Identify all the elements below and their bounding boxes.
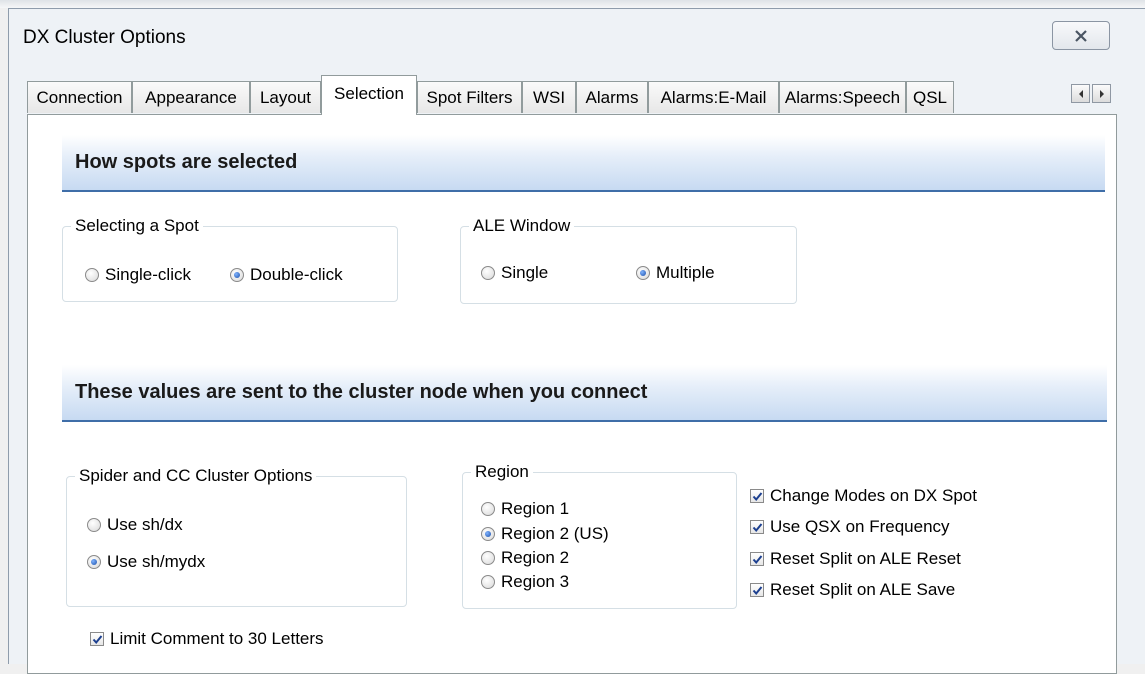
check-icon <box>752 555 763 565</box>
section-title: How spots are selected <box>75 151 298 173</box>
radio-button[interactable] <box>481 575 495 589</box>
check-icon <box>752 586 763 596</box>
region-group: Region Region 1 Region 2 (US) Region 2 R… <box>462 462 737 609</box>
tab-alarms-email[interactable]: Alarms:E-Mail <box>648 81 779 113</box>
radio-button[interactable] <box>481 527 495 541</box>
tab-scroll-buttons <box>1071 84 1113 104</box>
tab-alarms[interactable]: Alarms <box>576 81 648 113</box>
selecting-spot-group: Selecting a Spot Single-click Double-cli… <box>62 216 398 302</box>
checkbox-box[interactable] <box>750 552 764 566</box>
radio-ale-single[interactable]: Single <box>481 263 548 283</box>
checkbox-reset-split-ale-reset[interactable]: Reset Split on ALE Reset <box>750 549 961 569</box>
tab-qsl[interactable]: QSL <box>906 81 954 113</box>
check-icon <box>92 635 103 645</box>
checkbox-box[interactable] <box>750 583 764 597</box>
tab-connection[interactable]: Connection <box>27 81 132 113</box>
checkbox-reset-split-ale-save[interactable]: Reset Split on ALE Save <box>750 580 955 600</box>
arrow-right-icon <box>1099 89 1104 98</box>
checkbox-label: Change Modes on DX Spot <box>770 486 977 505</box>
radio-label: Region 2 <box>501 548 570 567</box>
radio-button[interactable] <box>636 266 650 280</box>
radio-use-sh-mydx[interactable]: Use sh/mydx <box>87 552 205 572</box>
radio-region-2[interactable]: Region 2 <box>481 548 569 568</box>
tab-panel-selection: How spots are selected Selecting a Spot … <box>27 114 1117 674</box>
radio-button[interactable] <box>481 266 495 280</box>
radio-label: Region 2 (US) <box>501 524 609 543</box>
check-icon <box>752 492 763 502</box>
radio-region-2-us[interactable]: Region 2 (US) <box>481 524 609 544</box>
background-strip <box>0 0 1145 8</box>
checkbox-label: Use QSX on Frequency <box>770 517 950 536</box>
radio-ale-multiple[interactable]: Multiple <box>636 263 715 283</box>
radio-button[interactable] <box>230 268 244 282</box>
radio-button[interactable] <box>481 502 495 516</box>
radio-button[interactable] <box>87 518 101 532</box>
radio-region-3[interactable]: Region 3 <box>481 572 569 592</box>
checkbox-box[interactable] <box>90 632 104 646</box>
checkbox-label: Reset Split on ALE Reset <box>770 549 961 568</box>
radio-label: Region 3 <box>501 572 570 591</box>
group-legend: Spider and CC Cluster Options <box>75 466 317 486</box>
radio-label: Double-click <box>250 265 343 284</box>
arrow-left-icon <box>1078 89 1083 98</box>
checkbox-use-qsx[interactable]: Use QSX on Frequency <box>750 517 950 537</box>
tab-spot-filters[interactable]: Spot Filters <box>417 81 522 113</box>
tab-wsi[interactable]: WSI <box>522 81 576 113</box>
checkbox-limit-comment[interactable]: Limit Comment to 30 Letters <box>90 629 324 649</box>
radio-label: Use sh/mydx <box>107 552 206 571</box>
ale-window-group: ALE Window Single Multiple <box>460 216 797 304</box>
section-title: These values are sent to the cluster nod… <box>75 381 648 403</box>
close-button[interactable] <box>1052 21 1110 50</box>
radio-use-sh-dx[interactable]: Use sh/dx <box>87 515 183 535</box>
radio-double-click[interactable]: Double-click <box>230 265 343 285</box>
check-icon <box>752 523 763 533</box>
radio-region-1[interactable]: Region 1 <box>481 499 569 519</box>
radio-label: Region 1 <box>501 499 570 518</box>
section-header-cluster: These values are sent to the cluster nod… <box>62 365 1107 422</box>
tab-selection[interactable]: Selection <box>321 75 417 115</box>
scroll-right-button[interactable] <box>1092 84 1111 103</box>
checkbox-box[interactable] <box>750 489 764 503</box>
close-icon <box>1075 29 1087 42</box>
tab-appearance[interactable]: Appearance <box>132 81 250 113</box>
checkbox-label: Limit Comment to 30 Letters <box>110 629 324 648</box>
radio-label: Single-click <box>105 265 191 284</box>
spider-options-group: Spider and CC Cluster Options Use sh/dx … <box>66 466 407 607</box>
group-legend: Region <box>471 462 533 482</box>
radio-single-click[interactable]: Single-click <box>85 265 191 285</box>
window-title: DX Cluster Options <box>23 27 186 48</box>
checkbox-change-modes[interactable]: Change Modes on DX Spot <box>750 486 977 506</box>
radio-label: Single <box>501 263 549 282</box>
radio-button[interactable] <box>87 555 101 569</box>
radio-button[interactable] <box>481 551 495 565</box>
tab-alarms-speech[interactable]: Alarms:Speech <box>779 81 906 113</box>
section-header-selection: How spots are selected <box>62 135 1105 192</box>
checkbox-label: Reset Split on ALE Save <box>770 580 956 599</box>
radio-label: Use sh/dx <box>107 515 183 534</box>
scroll-left-button[interactable] <box>1071 84 1090 103</box>
checkbox-box[interactable] <box>750 520 764 534</box>
group-legend: ALE Window <box>469 216 575 236</box>
radio-button[interactable] <box>85 268 99 282</box>
tab-layout[interactable]: Layout <box>250 81 321 113</box>
group-legend: Selecting a Spot <box>71 216 203 236</box>
radio-label: Multiple <box>656 263 715 282</box>
